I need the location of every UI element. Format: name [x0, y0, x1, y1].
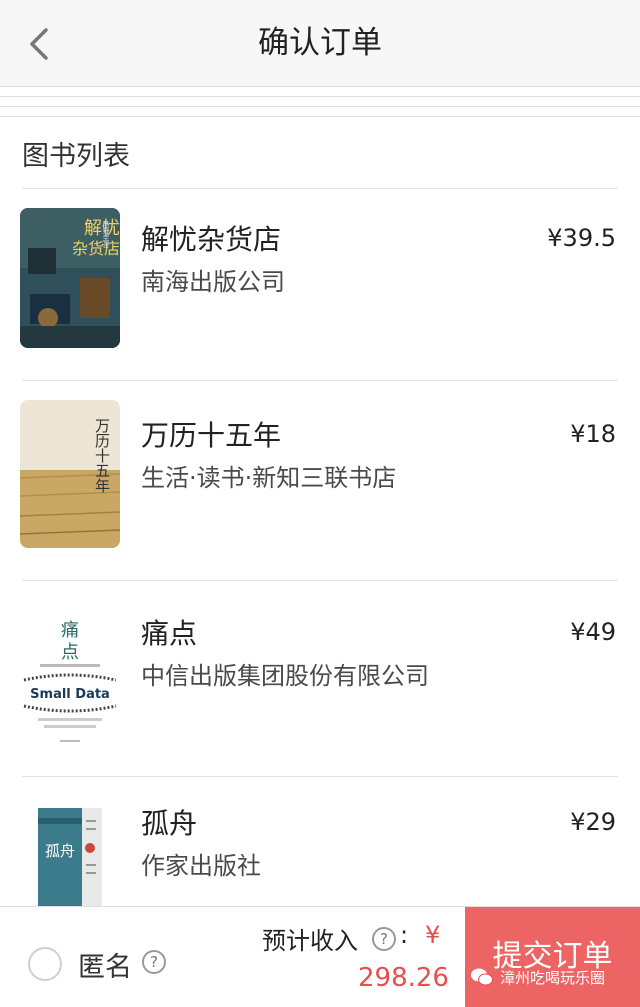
- book-publisher: 中信出版集团股份有限公司: [141, 662, 429, 690]
- income-colon: :: [400, 921, 409, 949]
- svg-text:东野圭吾: 东野圭吾: [102, 219, 110, 249]
- navigation-bar: 确认订单: [0, 0, 640, 87]
- divider: [0, 96, 640, 97]
- currency-symbol: ¥: [425, 921, 441, 949]
- page-title: 确认订单: [258, 25, 382, 61]
- income-value: 298.26: [358, 963, 449, 993]
- book-cover-image: 孤舟: [38, 808, 102, 906]
- divider: [0, 106, 640, 107]
- wechat-icon: [471, 968, 493, 986]
- watermark: 漳州吃喝玩乐圈: [470, 960, 605, 994]
- list-item[interactable]: 痛 点 Small Data 痛点 中信出版集团股份有限公司 ¥49: [0, 580, 640, 776]
- help-icon[interactable]: ?: [142, 950, 166, 974]
- watermark-text: 漳州吃喝玩乐圈: [500, 968, 606, 987]
- book-price: ¥29: [570, 808, 616, 836]
- book-cover-image: 万历十五年: [20, 400, 120, 548]
- income-label-text: 预计收入: [262, 927, 358, 955]
- book-publisher: 南海出版公司: [141, 268, 285, 296]
- svg-text:点: 点: [61, 642, 79, 663]
- cover-subtitle-text: Small Data: [30, 687, 110, 702]
- list-item[interactable]: 万历十五年 万历十五年 生活·读书·新知三联书店 ¥18: [0, 380, 640, 580]
- book-cover-image: 痛 点 Small Data: [20, 608, 120, 748]
- cover-title-text: 万历十五年: [93, 418, 111, 493]
- income-help-icon[interactable]: ?: [372, 927, 396, 951]
- book-price: ¥18: [570, 420, 616, 448]
- book-publisher: 作家出版社: [141, 852, 261, 880]
- anonymous-radio[interactable]: [28, 947, 62, 981]
- book-publisher: 生活·读书·新知三联书店: [141, 464, 397, 492]
- income-label: 预计收入: [262, 921, 358, 956]
- book-title: 解忧杂货店: [141, 223, 282, 256]
- divider: [0, 116, 640, 117]
- book-price: ¥49: [570, 618, 616, 646]
- anonymous-label: 匿名: [78, 952, 132, 983]
- book-price: ¥39.5: [547, 224, 616, 252]
- book-title: 痛点: [141, 617, 198, 650]
- list-item[interactable]: 孤舟 孤舟 作家出版社 ¥29: [0, 776, 640, 906]
- book-cover-image: 解忧 杂货店 东野圭吾: [20, 208, 120, 348]
- svg-text:杂货店: 杂货店: [72, 239, 120, 258]
- section-title: 图书列表: [22, 141, 130, 172]
- list-item[interactable]: 解忧 杂货店 东野圭吾 解忧杂货店 南海出版公司 ¥39.5: [0, 188, 640, 380]
- cover-title-text: 痛: [61, 620, 79, 641]
- cover-title-text: 孤舟: [45, 842, 75, 860]
- book-title: 孤舟: [141, 807, 198, 840]
- book-title: 万历十五年: [141, 419, 282, 452]
